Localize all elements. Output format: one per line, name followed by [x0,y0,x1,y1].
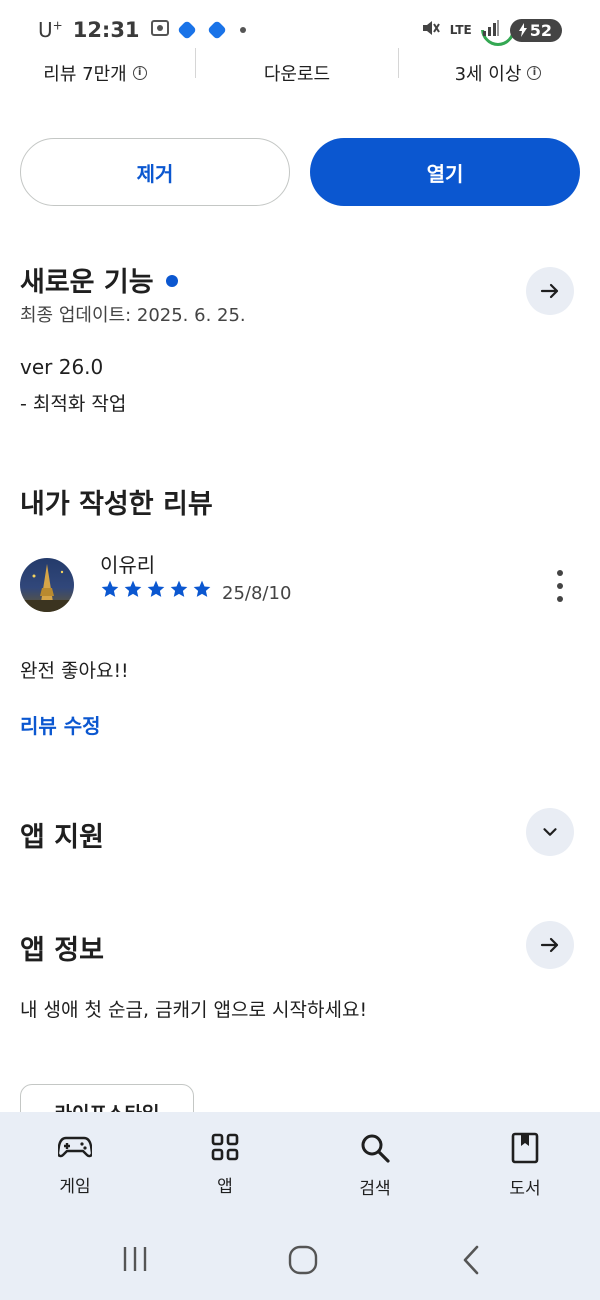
carrier-label: U+ [38,18,63,42]
nav-label-apps: 앱 [217,1177,233,1197]
release-note: - 최적화 작업 [20,393,127,415]
screenshot-icon [150,18,170,43]
nav-label-books: 도서 [509,1179,541,1199]
app-support-expand-button[interactable] [526,808,574,856]
search-icon [361,1134,390,1163]
home-icon [288,1245,318,1275]
review-body: 완전 좋아요!! [20,660,129,682]
my-review-heading: 내가 작성한 리뷰 [20,489,213,520]
nav-label-games: 게임 [59,1177,91,1197]
open-button[interactable]: 열기 [310,138,580,206]
app-info-heading[interactable]: 앱 정보 [20,928,104,967]
mute-icon [420,18,440,42]
nav-item-search[interactable]: 검색 [300,1112,450,1224]
app-description: 내 생애 첫 순금, 금캐기 앱으로 시작하세요! [20,999,368,1021]
bottom-navigation: 게임 앱 검색 도서 [0,1112,600,1224]
charging-icon [518,23,527,37]
new-badge-dot [165,274,178,287]
nav-item-apps[interactable]: 앱 [150,1112,300,1224]
app-support-heading[interactable]: 앱 지원 [20,815,104,854]
avatar [20,558,74,612]
star-icon [124,580,142,597]
reviews-count: 리뷰 7만개 [43,64,127,85]
app-notification-icon-2 [206,20,227,40]
home-button[interactable] [287,1244,319,1276]
uninstall-button[interactable]: 제거 [20,138,290,206]
reviewer-name: 이유리 [100,553,156,577]
edit-review-link[interactable]: 리뷰 수정 [20,710,101,739]
app-info-arrow-button[interactable] [526,921,574,969]
more-options-icon[interactable] [548,568,572,604]
star-icon [101,580,119,597]
last-updated: 최종 업데이트: 2025. 6. 25. [20,305,246,326]
network-type: LTE [449,23,472,37]
info-icon: i [132,66,147,80]
nav-label-search: 검색 [359,1179,391,1199]
star-icon [147,580,165,597]
age-rating-label: 3세 이상 [454,64,522,85]
recents-icon [123,1247,147,1271]
battery-level: 52 [529,20,552,40]
nav-item-books[interactable]: 도서 [450,1112,600,1224]
recent-apps-button[interactable] [120,1244,150,1274]
star-icon [170,580,188,597]
version-text: ver 26.0 [20,355,104,379]
nav-item-games[interactable]: 게임 [0,1112,150,1224]
review-date: 25/8/10 [222,583,292,604]
arrow-right-icon [540,283,559,299]
signal-icon [482,19,500,41]
gamepad-icon [58,1136,92,1158]
status-time: 12:31 [72,18,140,42]
back-icon [463,1245,479,1275]
whats-new-title: 새로운 기능 [20,267,154,298]
info-icon: i [527,66,542,80]
battery-indicator: 52 [509,18,562,42]
system-navigation-bar [0,1224,600,1300]
book-icon [511,1132,539,1164]
back-button[interactable] [458,1244,484,1276]
star-rating [100,579,212,599]
downloads-label: 다운로드 [263,64,331,85]
more-notifications-icon [239,27,246,33]
apps-grid-icon [211,1133,239,1161]
whats-new-arrow-button[interactable] [526,267,574,315]
whats-new-heading[interactable]: 새로운 기능 [20,260,178,299]
chevron-down-icon [543,828,557,836]
star-icon [193,580,211,597]
arrow-right-icon [540,937,559,953]
status-bar: U+ 12:31 LTE 52 [0,0,600,60]
app-notification-icon [176,20,197,40]
